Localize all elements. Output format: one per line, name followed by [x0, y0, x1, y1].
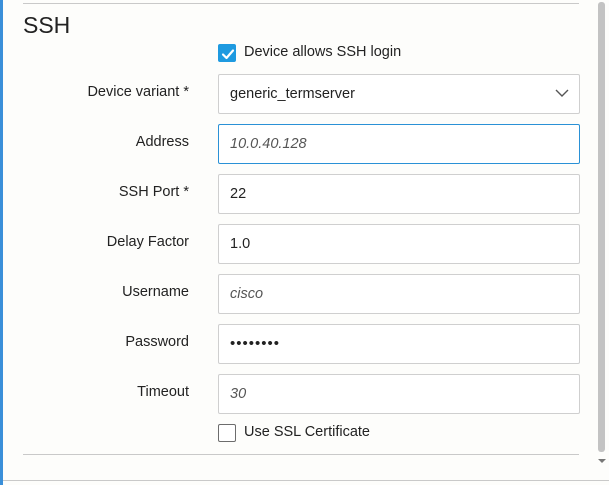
ssl-certificate-checkbox[interactable]: [218, 424, 236, 442]
section-title: SSH: [23, 12, 71, 38]
timeout-label: Timeout: [137, 384, 189, 400]
address-input[interactable]: 10.0.40.128: [218, 124, 580, 164]
ssh-port-label: SSH Port *: [118, 184, 189, 200]
ssh-port-input[interactable]: 22: [218, 174, 580, 214]
device-variant-select[interactable]: generic_termserver: [218, 74, 580, 114]
vertical-scrollbar[interactable]: [596, 0, 609, 470]
device-variant-value: generic_termserver: [230, 86, 355, 102]
ssh-login-label[interactable]: Device allows SSH login: [244, 44, 401, 60]
delay-factor-input[interactable]: 1.0: [218, 224, 580, 264]
password-label: Password: [125, 334, 189, 350]
address-label: Address: [135, 134, 189, 150]
username-label: Username: [122, 284, 189, 300]
scrollbar-thumb[interactable]: [598, 2, 605, 452]
username-input[interactable]: cisco: [218, 274, 580, 314]
footer-divider: [3, 480, 609, 481]
password-input[interactable]: ••••••••: [218, 324, 580, 364]
timeout-input[interactable]: 30: [218, 374, 580, 414]
ssh-settings-panel: SSH Device allows SSH login Device varia…: [0, 0, 609, 485]
ssh-login-checkbox[interactable]: [218, 44, 236, 62]
ssl-certificate-label[interactable]: Use SSL Certificate: [244, 424, 370, 440]
scroll-down-arrow-icon[interactable]: [596, 456, 608, 466]
bottom-divider: [23, 454, 579, 455]
checkmark-icon: [221, 49, 235, 60]
device-variant-label: Device variant *: [87, 84, 189, 100]
delay-factor-label: Delay Factor: [106, 234, 189, 250]
top-divider: [23, 3, 579, 4]
chevron-down-icon: [555, 89, 569, 97]
